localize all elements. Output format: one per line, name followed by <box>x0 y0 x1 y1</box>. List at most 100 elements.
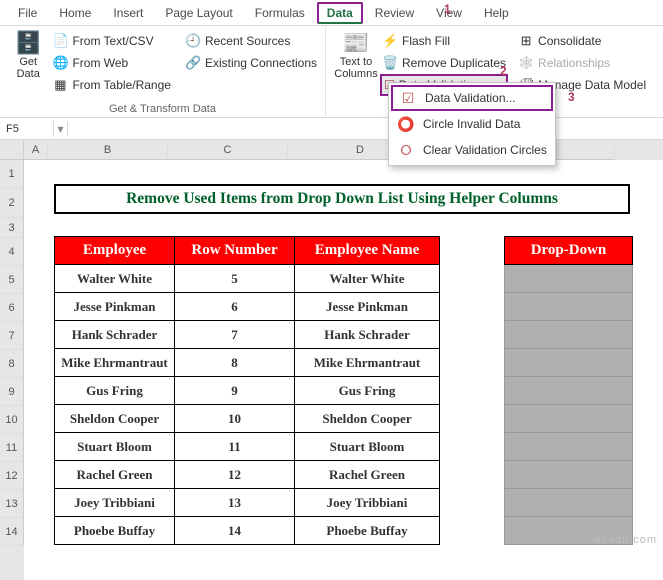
name-box[interactable]: F5 <box>0 121 54 137</box>
dropdown-cell[interactable] <box>505 293 633 321</box>
cell-row: 7 <box>175 321 295 349</box>
menu-data-validation[interactable]: ☑ Data Validation... <box>391 85 553 111</box>
text-to-columns-button[interactable]: 📰 Text to Columns <box>332 30 380 82</box>
table-row[interactable]: Jesse Pinkman6Jesse Pinkman <box>55 293 440 321</box>
select-all-corner[interactable] <box>0 140 24 160</box>
cell-name: Stuart Bloom <box>295 433 440 461</box>
cell-emp: Jesse Pinkman <box>55 293 175 321</box>
consolidate-icon: ⊞ <box>518 33 534 49</box>
existing-connections-button[interactable]: 🔗Existing Connections <box>183 52 319 74</box>
title-banner: Remove Used Items from Drop Down List Us… <box>54 184 630 214</box>
row-header[interactable]: 1 <box>0 160 24 188</box>
row-header[interactable]: 7 <box>0 322 24 350</box>
row-header[interactable]: 4 <box>0 238 24 266</box>
tab-data[interactable]: Data <box>317 2 363 24</box>
main-data-table: Employee Row Number Employee Name Walter… <box>54 236 440 545</box>
table-row[interactable]: Sheldon Cooper10Sheldon Cooper <box>55 405 440 433</box>
data-validation-dropdown: ☑ Data Validation... ⭕ Circle Invalid Da… <box>388 82 556 166</box>
table-row[interactable]: Joey Tribbiani13Joey Tribbiani <box>55 489 440 517</box>
tab-home[interactable]: Home <box>49 2 101 24</box>
relationships-button[interactable]: 🕸Relationships <box>516 52 648 74</box>
header-drop-down: Drop-Down <box>505 237 633 265</box>
table-row[interactable]: Walter White5Walter White <box>55 265 440 293</box>
tab-insert[interactable]: Insert <box>103 2 153 24</box>
group-get-transform: 🗄️ Get Data 📄From Text/CSV 🌐From Web ▦Fr… <box>0 26 326 117</box>
cell-name: Rachel Green <box>295 461 440 489</box>
flash-fill-button[interactable]: ⚡Flash Fill <box>380 30 508 52</box>
row-header[interactable]: 9 <box>0 378 24 406</box>
consolidate-button[interactable]: ⊞Consolidate <box>516 30 648 52</box>
text-csv-icon: 📄 <box>52 33 68 49</box>
remove-duplicates-button[interactable]: 🗑️Remove Duplicates <box>380 52 508 74</box>
col-header[interactable]: B <box>48 140 168 160</box>
row-header[interactable]: 10 <box>0 406 24 434</box>
data-validation-item-icon: ☑ <box>399 90 417 107</box>
dropdown-cell[interactable] <box>505 377 633 405</box>
cell-row: 11 <box>175 433 295 461</box>
cell-name: Jesse Pinkman <box>295 293 440 321</box>
dropdown-table: Drop-Down <box>504 236 633 545</box>
existing-icon: 🔗 <box>185 55 201 71</box>
dropdown-cell[interactable] <box>505 405 633 433</box>
row-header[interactable]: 12 <box>0 462 24 490</box>
sheet-cells[interactable]: Remove Used Items from Drop Down List Us… <box>24 160 663 580</box>
formula-bar-row: F5 ▾ <box>0 118 663 140</box>
recent-sources-button[interactable]: 🕘 Recent Sources <box>183 30 319 52</box>
dropdown-cell[interactable] <box>505 265 633 293</box>
table-range-icon: ▦ <box>52 77 68 93</box>
menu-circle-invalid-label: Circle Invalid Data <box>423 117 520 131</box>
dropdown-cell[interactable] <box>505 433 633 461</box>
remove-dup-icon: 🗑️ <box>382 55 398 71</box>
get-data-button[interactable]: 🗄️ Get Data <box>6 30 50 82</box>
from-table-range-button[interactable]: ▦From Table/Range <box>50 74 173 96</box>
table-row[interactable]: Gus Fring9Gus Fring <box>55 377 440 405</box>
from-text-csv-button[interactable]: 📄From Text/CSV <box>50 30 173 52</box>
cell-name: Joey Tribbiani <box>295 489 440 517</box>
table-row[interactable]: Mike Ehrmantraut8Mike Ehrmantraut <box>55 349 440 377</box>
cell-row: 9 <box>175 377 295 405</box>
cell-emp: Mike Ehrmantraut <box>55 349 175 377</box>
cell-name: Walter White <box>295 265 440 293</box>
row-header[interactable]: 13 <box>0 490 24 518</box>
tab-review[interactable]: Review <box>365 2 424 24</box>
dropdown-cell[interactable] <box>505 461 633 489</box>
table-row[interactable]: Stuart Bloom11Stuart Bloom <box>55 433 440 461</box>
row-header[interactable]: 11 <box>0 434 24 462</box>
name-box-dropdown-icon[interactable]: ▾ <box>54 122 68 136</box>
row-header[interactable]: 14 <box>0 518 24 546</box>
table-row[interactable]: Phoebe Buffay14Phoebe Buffay <box>55 517 440 545</box>
annotation-2: 2 <box>500 64 507 78</box>
cell-emp: Joey Tribbiani <box>55 489 175 517</box>
tab-formulas[interactable]: Formulas <box>245 2 315 24</box>
col-header[interactable]: A <box>24 140 48 160</box>
tab-page-layout[interactable]: Page Layout <box>155 2 242 24</box>
row-header[interactable]: 3 <box>0 218 24 238</box>
recent-label: Recent Sources <box>205 34 290 48</box>
row-header[interactable]: 5 <box>0 266 24 294</box>
col-header[interactable]: C <box>168 140 288 160</box>
cell-emp: Phoebe Buffay <box>55 517 175 545</box>
tab-file[interactable]: File <box>8 2 47 24</box>
circle-invalid-icon: ⭕ <box>397 116 415 133</box>
header-employee-name: Employee Name <box>295 237 440 265</box>
recent-icon: 🕘 <box>185 33 201 49</box>
cell-row: 13 <box>175 489 295 517</box>
get-data-icon: 🗄️ <box>15 32 42 54</box>
menu-circle-invalid[interactable]: ⭕ Circle Invalid Data <box>391 111 553 137</box>
from-web-button[interactable]: 🌐From Web <box>50 52 173 74</box>
menu-clear-circles[interactable]: ⭘ Clear Validation Circles <box>391 137 553 163</box>
table-row[interactable]: Rachel Green12Rachel Green <box>55 461 440 489</box>
tab-help[interactable]: Help <box>474 2 519 24</box>
worksheet-grid: 1 2 3 4 5 6 7 8 9 10 11 12 13 14 A B C D… <box>0 140 663 580</box>
dropdown-cell[interactable] <box>505 349 633 377</box>
row-header[interactable]: 6 <box>0 294 24 322</box>
dropdown-cell[interactable] <box>505 321 633 349</box>
row-header[interactable]: 2 <box>0 188 24 218</box>
menu-data-validation-label: Data Validation... <box>425 91 516 105</box>
cell-emp: Walter White <box>55 265 175 293</box>
dropdown-cell[interactable] <box>505 489 633 517</box>
flash-fill-label: Flash Fill <box>402 34 450 48</box>
table-row[interactable]: Hank Schrader7Hank Schrader <box>55 321 440 349</box>
row-header[interactable]: 8 <box>0 350 24 378</box>
cell-name: Hank Schrader <box>295 321 440 349</box>
